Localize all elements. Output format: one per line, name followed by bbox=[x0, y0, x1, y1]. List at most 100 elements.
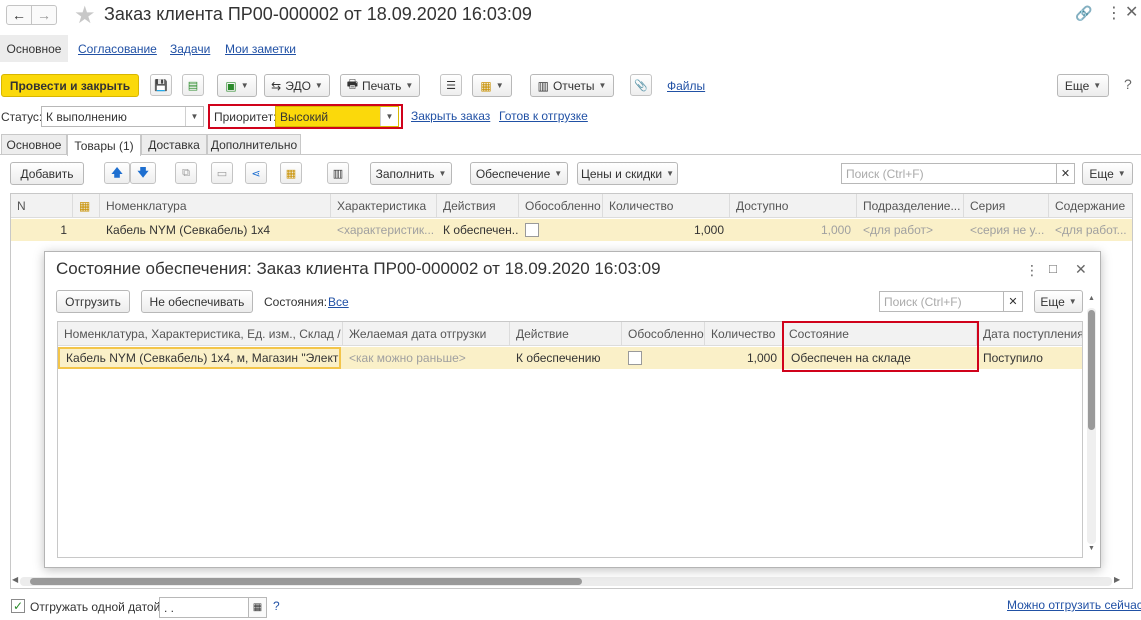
ship-date-input[interactable]: . . bbox=[159, 597, 249, 618]
col-icon[interactable]: ▦ bbox=[73, 194, 100, 218]
chevron-down-icon[interactable]: ▼ bbox=[380, 107, 398, 126]
row-separate-checkbox[interactable] bbox=[519, 219, 603, 241]
share-button[interactable]: ⋖ bbox=[245, 162, 267, 184]
fill-button[interactable]: Заполнить ▼ bbox=[370, 162, 452, 185]
dcol-action[interactable]: Действие bbox=[510, 322, 622, 346]
copy-row-button[interactable]: ⧉ bbox=[175, 162, 197, 184]
states-all-link[interactable]: Все bbox=[328, 295, 349, 309]
move-up-button[interactable]: 🡅 bbox=[104, 162, 130, 184]
print-button[interactable]: 🖶 Печать ▼ bbox=[340, 74, 420, 97]
paste-row-button[interactable]: ▭ bbox=[211, 162, 233, 184]
more-vertical-icon[interactable]: ⋮ bbox=[1106, 3, 1122, 23]
col-n[interactable]: N bbox=[11, 194, 73, 218]
nav-tab-main[interactable]: Основное bbox=[0, 35, 68, 62]
favorite-star-icon[interactable]: ★ bbox=[74, 1, 96, 30]
nav-tab-approval[interactable]: Согласование bbox=[78, 42, 157, 56]
edo-button[interactable]: ⇆ ЭДО ▼ bbox=[264, 74, 330, 97]
dialog-search-input[interactable]: Поиск (Ctrl+F) bbox=[879, 291, 1004, 312]
back-button[interactable]: ← bbox=[6, 5, 32, 25]
scrollbar-thumb[interactable] bbox=[30, 578, 582, 585]
scroll-left-icon[interactable]: ◀ bbox=[12, 575, 18, 584]
attach-doc-button[interactable]: ▦ ▼ bbox=[472, 74, 512, 97]
calendar-button[interactable]: ▦ bbox=[248, 597, 267, 618]
col-separate[interactable]: Обособленно bbox=[519, 194, 603, 218]
dialog-more-button[interactable]: Еще ▼ bbox=[1034, 290, 1083, 313]
more-button[interactable]: Еще ▼ bbox=[1057, 74, 1109, 97]
ship-button[interactable]: Отгрузить bbox=[56, 290, 130, 313]
row-characteristic[interactable]: <характеристик... bbox=[331, 219, 437, 241]
dialog-maximize-icon[interactable]: □ bbox=[1049, 261, 1057, 276]
col-division[interactable]: Подразделение... bbox=[857, 194, 964, 218]
col-quantity[interactable]: Количество bbox=[603, 194, 730, 218]
doc-tab-main[interactable]: Основное bbox=[1, 134, 67, 155]
no-supply-button[interactable]: Не обеспечивать bbox=[141, 290, 253, 313]
link-icon[interactable]: 🔗 bbox=[1075, 5, 1092, 22]
dcol-nomenclature[interactable]: Номенклатура, Характеристика, Ед. изм., … bbox=[58, 322, 343, 346]
drow-item[interactable]: Кабель NYM (Севкабель) 1х4, м, Магазин "… bbox=[58, 347, 341, 369]
col-actions[interactable]: Действия bbox=[437, 194, 519, 218]
forward-button[interactable]: → bbox=[31, 5, 57, 25]
dcol-desired-date[interactable]: Желаемая дата отгрузки bbox=[343, 322, 510, 346]
goods-more-button[interactable]: Еще ▼ bbox=[1082, 162, 1133, 185]
drow-quantity[interactable]: 1,000 bbox=[705, 347, 783, 369]
checkbox[interactable] bbox=[628, 351, 642, 365]
save-button[interactable]: 💾 bbox=[150, 74, 172, 96]
goods-search-input[interactable]: Поиск (Ctrl+F) bbox=[841, 163, 1057, 184]
col-available[interactable]: Доступно bbox=[730, 194, 857, 218]
drow-separate-checkbox[interactable] bbox=[622, 347, 705, 369]
row-quantity[interactable]: 1,000 bbox=[603, 219, 730, 241]
col-series[interactable]: Серия bbox=[964, 194, 1049, 218]
col-characteristic[interactable]: Характеристика bbox=[331, 194, 437, 218]
reports-button[interactable]: ▥ Отчеты ▼ bbox=[530, 74, 614, 97]
drow-desired-date[interactable]: <как можно раньше> bbox=[343, 347, 510, 369]
clear-search-icon[interactable]: ✕ bbox=[1056, 163, 1075, 184]
dialog-clear-search-icon[interactable]: ✕ bbox=[1003, 291, 1023, 312]
priority-select[interactable]: Высокий ▼ bbox=[275, 106, 399, 127]
structure-button[interactable]: ☰ bbox=[440, 74, 462, 96]
col-content[interactable]: Содержание bbox=[1049, 194, 1132, 218]
row-division[interactable]: <для работ> bbox=[857, 219, 964, 241]
add-button[interactable]: Добавить bbox=[10, 162, 84, 185]
doc-tab-delivery[interactable]: Доставка bbox=[141, 134, 207, 155]
supply-button[interactable]: Обеспечение ▼ bbox=[470, 162, 568, 185]
dialog-scrollbar-thumb[interactable] bbox=[1088, 310, 1095, 430]
row-series[interactable]: <серия не у... bbox=[964, 219, 1049, 241]
dialog-scroll-up-icon[interactable]: ▲ bbox=[1088, 295, 1095, 302]
close-window-icon[interactable]: ✕ bbox=[1125, 2, 1138, 22]
move-down-button[interactable]: 🡇 bbox=[130, 162, 156, 184]
dialog-vertical-scrollbar[interactable] bbox=[1087, 308, 1096, 544]
dialog-close-icon[interactable]: ✕ bbox=[1075, 261, 1087, 278]
create-based-on-button[interactable]: ▣ ▼ bbox=[217, 74, 257, 97]
dcol-quantity[interactable]: Количество bbox=[705, 322, 783, 346]
chevron-down-icon[interactable]: ▼ bbox=[185, 107, 203, 126]
row-action[interactable]: К обеспечен... bbox=[437, 219, 519, 241]
post-and-close-button[interactable]: Провести и закрыть bbox=[1, 74, 139, 97]
doc-tab-additional[interactable]: Дополнительно bbox=[207, 134, 301, 155]
date-help-icon[interactable]: ? bbox=[273, 599, 280, 613]
dialog-scroll-down-icon[interactable]: ▼ bbox=[1088, 545, 1095, 552]
dcol-arrival[interactable]: Дата поступления bbox=[977, 322, 1082, 346]
pick-button[interactable]: ▦ bbox=[280, 162, 302, 184]
nav-tab-tasks[interactable]: Задачи bbox=[170, 42, 210, 56]
doc-tab-goods[interactable]: Товары (1) bbox=[67, 134, 141, 156]
prices-discounts-button[interactable]: Цены и скидки ▼ bbox=[577, 162, 678, 185]
attachments-button[interactable]: 📎 bbox=[630, 74, 652, 96]
checkbox[interactable] bbox=[525, 223, 539, 237]
can-ship-now-link[interactable]: Можно отгрузить сейчас bbox=[1007, 598, 1141, 612]
post-button[interactable]: ▤ bbox=[182, 74, 204, 96]
ship-one-date-checkbox[interactable]: ✓ bbox=[11, 599, 25, 613]
horizontal-scrollbar[interactable] bbox=[20, 577, 1112, 586]
status-select[interactable]: К выполнению ▼ bbox=[41, 106, 204, 127]
close-order-link[interactable]: Закрыть заказ bbox=[411, 109, 490, 123]
drow-action[interactable]: К обеспечению bbox=[510, 347, 622, 369]
ready-to-ship-link[interactable]: Готов к отгрузке bbox=[499, 109, 588, 123]
nav-tab-notes[interactable]: Мои заметки bbox=[225, 42, 296, 56]
dialog-more-icon[interactable]: ⋮ bbox=[1025, 262, 1039, 279]
help-question-icon[interactable]: ? bbox=[1124, 76, 1132, 92]
dcol-separate[interactable]: Обособленно bbox=[622, 322, 705, 346]
col-nomenclature[interactable]: Номенклатура bbox=[100, 194, 331, 218]
files-link[interactable]: Файлы bbox=[667, 79, 705, 93]
scroll-right-icon[interactable]: ▶ bbox=[1114, 575, 1120, 584]
row-content[interactable]: <для работ... bbox=[1049, 219, 1132, 241]
row-item[interactable]: Кабель NYM (Севкабель) 1х4 bbox=[100, 219, 331, 241]
